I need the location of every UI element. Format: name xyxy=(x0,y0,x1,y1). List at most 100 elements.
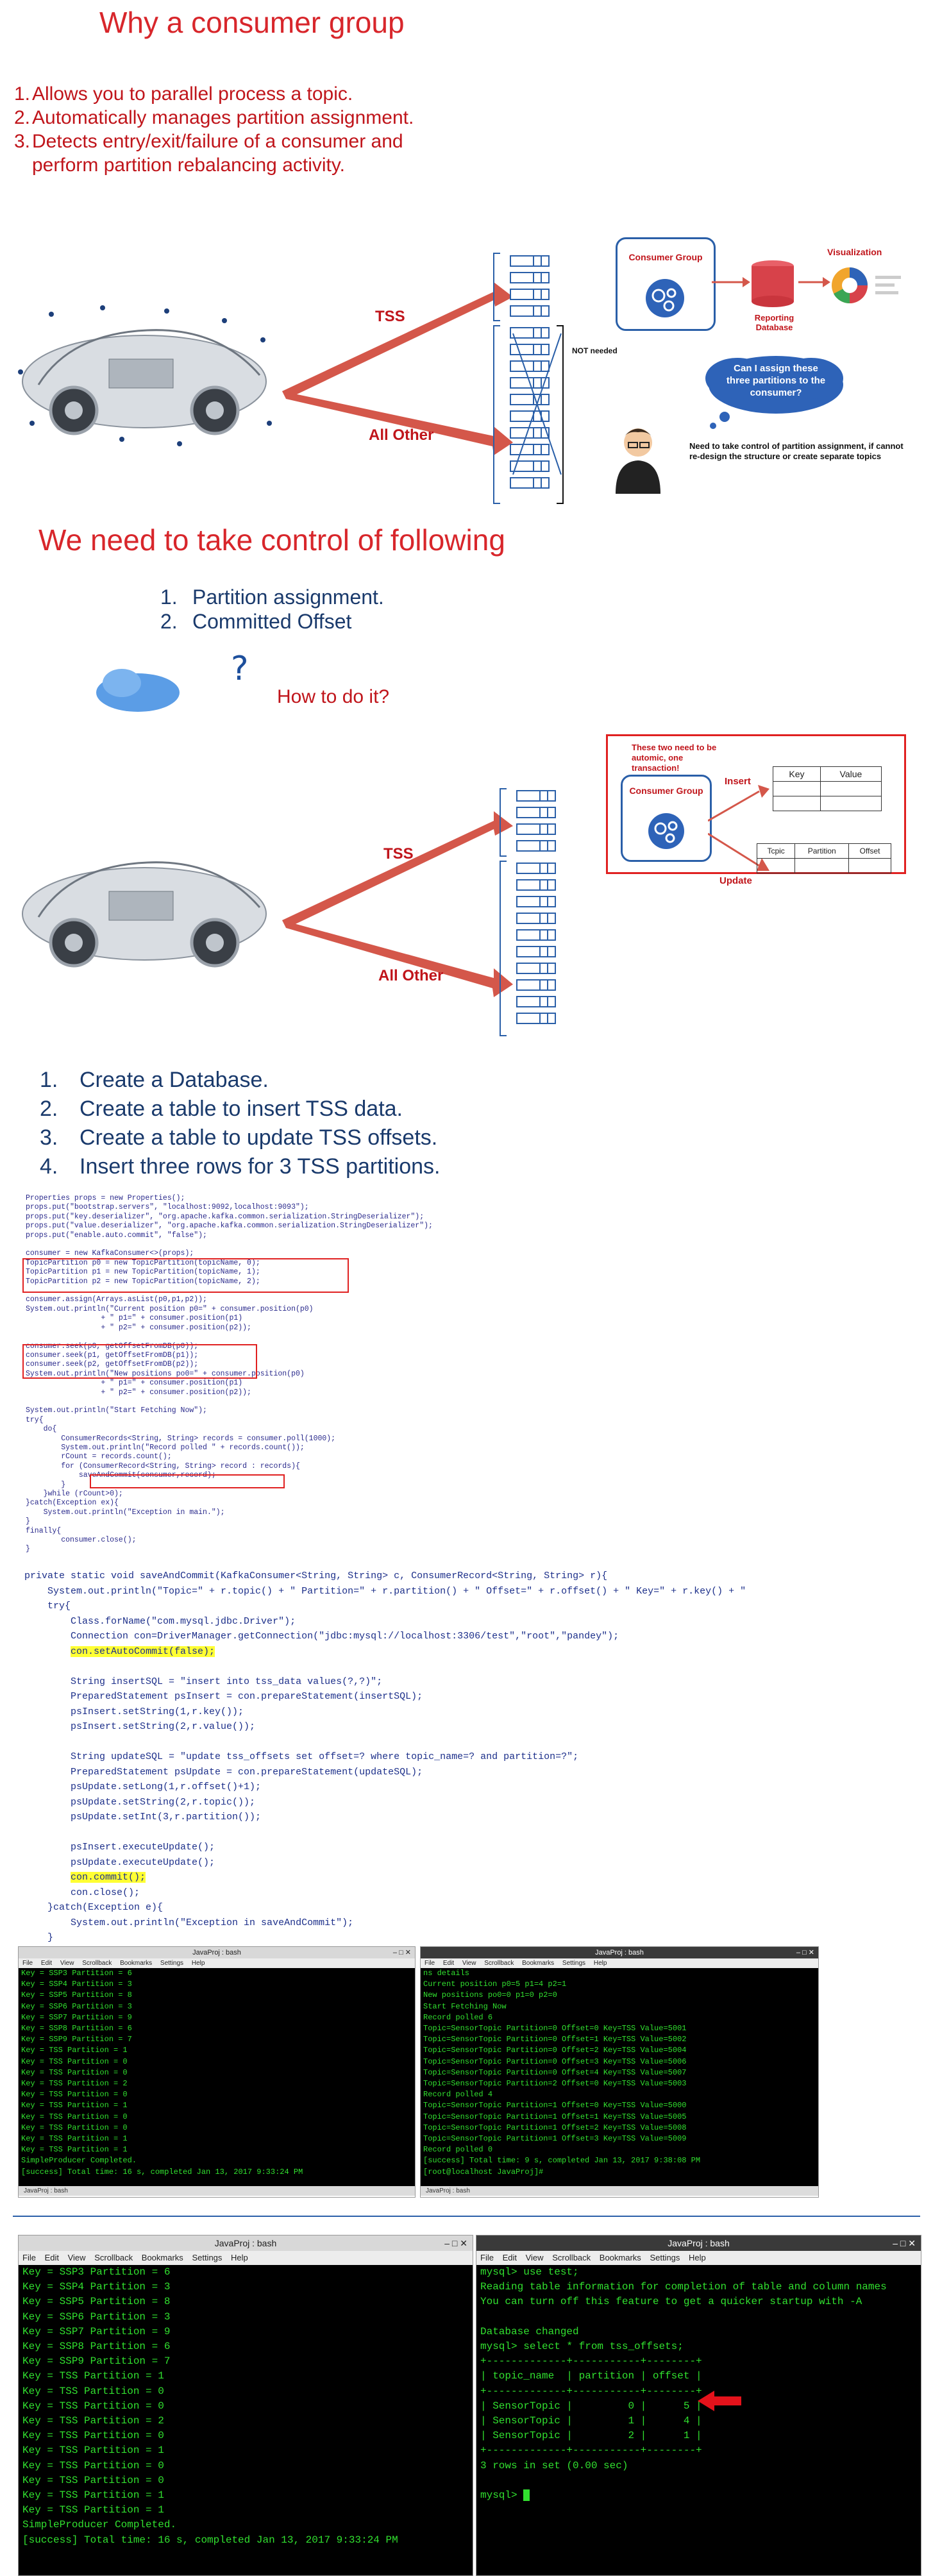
menu-item[interactable]: Scrollback xyxy=(484,1960,514,1967)
menu-item[interactable]: Edit xyxy=(45,2253,59,2262)
terminal-line: Key = TSS Partition = 2 xyxy=(21,2079,128,2089)
window-title: JavaProj : bash xyxy=(668,2238,730,2248)
terminal-line: 3 rows in set (0.00 sec) xyxy=(480,2459,628,2471)
menu-item[interactable]: View xyxy=(68,2253,86,2262)
window-controls[interactable]: – □ ✕ xyxy=(393,1947,411,1958)
terminal-line: Topic=SensorTopic Partition=1 Offset=1 K… xyxy=(423,2112,687,2121)
menu-item[interactable]: Bookmarks xyxy=(522,1960,554,1967)
section-divider xyxy=(13,2216,920,2217)
menu-bar: File Edit View Scrollback Bookmarks Sett… xyxy=(19,2251,473,2265)
terminal-line: Reading table information for completion… xyxy=(480,2281,887,2293)
terminal-tab[interactable]: JavaProj : bash xyxy=(19,2186,415,2196)
terminal-line: Key = SSP4 Partition = 3 xyxy=(22,2281,171,2293)
menu-item[interactable]: Settings xyxy=(562,1960,585,1967)
list-item: 3.Detects entry/exit/failure of a consum… xyxy=(14,131,403,152)
terminal-line: Key = TSS Partition = 0 xyxy=(22,2459,164,2471)
code-line: }while (rCount>0); xyxy=(26,1490,123,1498)
menu-item[interactable]: File xyxy=(424,1960,435,1967)
menu-item[interactable]: Help xyxy=(689,2253,706,2262)
menu-item[interactable]: Edit xyxy=(503,2253,517,2262)
window-controls[interactable]: – □ ✕ xyxy=(444,2235,467,2251)
code-line: for (ConsumerRecord<String, String> reco… xyxy=(26,1461,300,1470)
code-line: + " p1=" + consumer.position(p1) xyxy=(26,1379,243,1388)
slide1-title: Why a consumer group xyxy=(99,6,405,39)
window-titlebar: JavaProj : bash – □ ✕ xyxy=(421,1947,818,1958)
terminal-line: New positions po0=0 p1=0 p2=0 xyxy=(423,1991,557,2000)
menu-item[interactable]: Help xyxy=(594,1960,607,1967)
terminal-line: Topic=SensorTopic Partition=1 Offset=2 K… xyxy=(423,2123,687,2132)
menu-item[interactable]: Edit xyxy=(443,1960,454,1967)
menu-item[interactable]: Bookmarks xyxy=(600,2253,641,2262)
menu-item[interactable]: Settings xyxy=(192,2253,222,2262)
code-line: ConsumerRecords<String, String> records … xyxy=(26,1434,336,1443)
terminal-line: Key = TSS Partition = 0 xyxy=(21,2112,128,2121)
terminal-line: mysql> use test; xyxy=(480,2266,579,2278)
terminal-line: [root@localhost JavaProj]# xyxy=(423,2167,544,2176)
menu-item[interactable]: Scrollback xyxy=(94,2253,133,2262)
terminal-line: Topic=SensorTopic Partition=1 Offset=3 K… xyxy=(423,2134,687,2144)
menu-item[interactable]: File xyxy=(22,1960,33,1967)
menu-item[interactable]: View xyxy=(462,1960,476,1967)
code-line: } xyxy=(24,1932,54,1943)
code-line: psInsert.setString(2,r.value()); xyxy=(24,1721,256,1732)
window-controls[interactable]: – □ ✕ xyxy=(796,1947,814,1958)
code-line: Class.forName("com.mysql.jdbc.Driver"); xyxy=(24,1615,296,1627)
terminal-line: Key = TSS Partition = 0 xyxy=(21,2090,128,2100)
terminal-line: Key = SSP8 Partition = 6 xyxy=(22,2341,171,2353)
menu-item[interactable]: Help xyxy=(192,1960,205,1967)
list-item: perform partition rebalancing activity. xyxy=(32,155,345,176)
all-other-label: All Other xyxy=(369,426,434,444)
code-line: props.put("bootstrap.servers", "localhos… xyxy=(26,1203,309,1212)
menu-item[interactable]: View xyxy=(60,1960,74,1967)
list-item: 2. Create a table to insert TSS data. xyxy=(40,1097,403,1121)
table-header: Tcpic xyxy=(756,843,796,859)
terminal-window-consumer: JavaProj : bash – □ ✕ File Edit View Scr… xyxy=(420,1946,819,2198)
menu-item[interactable]: Settings xyxy=(160,1960,183,1967)
terminal-line: | SensorTopic | 1 | 4 | xyxy=(480,2415,702,2427)
table-cell xyxy=(820,796,882,811)
terminal-output[interactable]: mysql> use test; Reading table informatio… xyxy=(476,2265,921,2575)
code-line: System.out.println("Record polled " + re… xyxy=(26,1443,305,1452)
code-line: Connection con=DriverManager.getConnecti… xyxy=(24,1631,619,1642)
terminal-line: Key = SSP3 Partition = 6 xyxy=(21,1969,132,1978)
code-line: String insertSQL = "insert into tss_data… xyxy=(24,1676,383,1687)
menu-item[interactable]: File xyxy=(480,2253,494,2262)
code-snippet-save-commit: private static void saveAndCommit(KafkaC… xyxy=(24,1569,755,1953)
terminal-line: Topic=SensorTopic Partition=0 Offset=3 K… xyxy=(423,2057,687,2066)
code-line: psUpdate.setLong(1,r.offset()+1); xyxy=(24,1781,262,1792)
terminal-line: Key = TSS Partition = 1 xyxy=(21,2046,128,2055)
terminal-line: Key = TSS Partition = 0 xyxy=(21,2067,128,2077)
code-line: System.out.println("Start Fetching Now")… xyxy=(26,1406,207,1415)
terminal-line: mysql> xyxy=(480,2488,921,2503)
menu-item[interactable]: Edit xyxy=(41,1960,52,1967)
menu-item[interactable]: View xyxy=(526,2253,544,2262)
menu-item[interactable]: Scrollback xyxy=(552,2253,591,2262)
insert-label: Insert xyxy=(725,776,751,787)
how-question: How to do it? xyxy=(277,686,390,707)
terminal-output[interactable]: Key = SSP3 Partition = 6 Key = SSP4 Parti… xyxy=(19,2265,473,2575)
menu-item[interactable]: Scrollback xyxy=(82,1960,112,1967)
menu-item[interactable]: Bookmarks xyxy=(120,1960,152,1967)
terminal-output[interactable]: Key = SSP3 Partition = 6 Key = SSP4 Parti… xyxy=(19,1968,415,2186)
menu-item[interactable]: Help xyxy=(231,2253,248,2262)
table-cell xyxy=(794,858,850,873)
menu-item[interactable]: Bookmarks xyxy=(142,2253,183,2262)
window-controls[interactable]: – □ ✕ xyxy=(893,2235,916,2251)
terminal-line: Topic=SensorTopic Partition=0 Offset=4 K… xyxy=(423,2067,687,2077)
terminal-output[interactable]: ns details Current position p0=5 p1=4 p2=… xyxy=(421,1968,818,2186)
terminal-window-mysql: JavaProj : bash – □ ✕ File Edit View Scr… xyxy=(476,2235,921,2576)
terminal-line: Key = SSP6 Partition = 3 xyxy=(22,2311,171,2323)
not-needed-label: NOT needed xyxy=(572,346,618,355)
menu-item[interactable]: File xyxy=(22,2253,36,2262)
consumer-gears-icon xyxy=(648,813,684,849)
tss-label: TSS xyxy=(375,308,405,325)
menu-bar: File Edit View Scrollback Bookmarks Sett… xyxy=(19,1958,415,1968)
terminal-tab[interactable]: JavaProj : bash xyxy=(421,2186,818,2196)
menu-item[interactable]: Settings xyxy=(650,2253,680,2262)
terminal-line: SimpleProducer Completed. xyxy=(22,2519,177,2531)
terminal-line: +-------------+-----------+--------+ xyxy=(480,2355,702,2368)
table-header: Key xyxy=(773,766,821,782)
car-cutaway-image xyxy=(18,305,272,446)
